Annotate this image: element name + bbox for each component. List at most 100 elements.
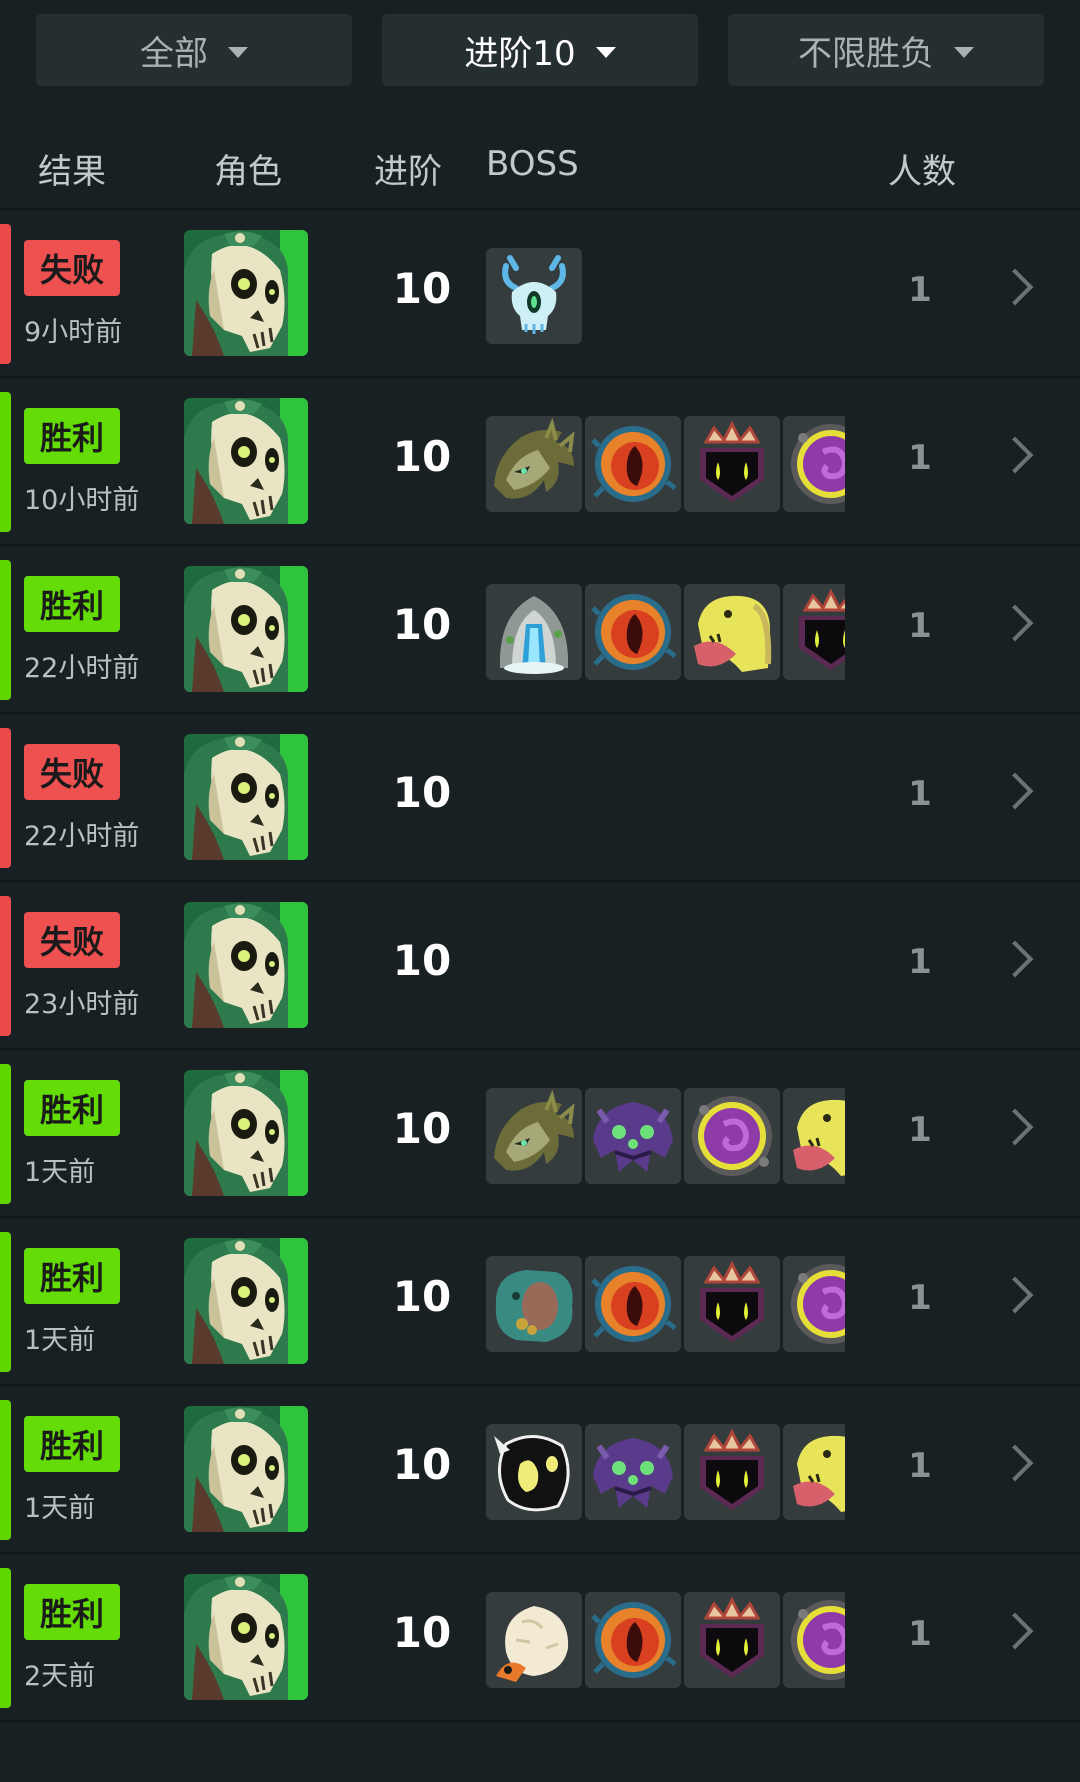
time-eater-icon (684, 584, 780, 680)
chevron-right-icon[interactable] (996, 436, 1034, 474)
champ-icon (684, 1256, 780, 1352)
player-count: 1 (908, 1614, 932, 1654)
chevron-right-icon[interactable] (996, 1612, 1034, 1650)
time-ago: 10小时前 (24, 485, 140, 516)
boss-list (486, 248, 845, 344)
run-row[interactable]: 胜利 10小时前 10 1 (0, 378, 1080, 546)
collector-icon (783, 1256, 845, 1352)
silent-skull-icon[interactable] (184, 734, 308, 860)
ascension-level: 10 (392, 432, 452, 481)
outcome-indicator (0, 392, 11, 532)
filter-character-label: 全部 (140, 33, 208, 74)
ascension-level: 10 (392, 1272, 452, 1321)
time-ago: 1天前 (24, 1493, 96, 1524)
table-header: 结果 角色 进阶 BOSS 人数 (0, 120, 1080, 210)
result-badge: 失败 (24, 912, 120, 968)
chevron-down-icon (228, 46, 248, 58)
silent-skull-icon[interactable] (184, 1238, 308, 1364)
silent-skull-icon[interactable] (184, 1406, 308, 1532)
boss-list (486, 416, 845, 512)
filter-outcome-label: 不限胜负 (798, 33, 934, 74)
collector-icon (783, 416, 845, 512)
player-count: 1 (908, 438, 932, 478)
column-ascension: 进阶 (374, 152, 442, 192)
filter-character-dropdown[interactable]: 全部 (36, 14, 352, 86)
silent-skull-icon[interactable] (184, 902, 308, 1028)
result-badge: 失败 (24, 744, 120, 800)
chevron-right-icon[interactable] (996, 1108, 1034, 1146)
boss-list (486, 920, 845, 1016)
ascension-level: 10 (392, 936, 452, 985)
silent-skull-icon[interactable] (184, 566, 308, 692)
outcome-indicator (0, 224, 11, 364)
run-row[interactable]: 胜利 1天前 10 1 (0, 1050, 1080, 1218)
column-character: 角色 (214, 152, 282, 192)
time-eater-icon (783, 1424, 845, 1520)
awakened-one-icon (486, 248, 582, 344)
run-row[interactable]: 失败 23小时前 10 1 (0, 882, 1080, 1050)
player-count: 1 (908, 1446, 932, 1486)
filter-bar: 全部 进阶10 不限胜负 (0, 14, 1080, 86)
boss-list (486, 1256, 845, 1352)
chevron-right-icon[interactable] (996, 772, 1034, 810)
champ-icon (684, 1592, 780, 1688)
outcome-indicator (0, 1568, 11, 1708)
heart-shell-icon (486, 1592, 582, 1688)
champ-icon (684, 1424, 780, 1520)
chevron-right-icon[interactable] (996, 604, 1034, 642)
chevron-right-icon[interactable] (996, 940, 1034, 978)
chevron-right-icon[interactable] (996, 268, 1034, 306)
result-badge: 胜利 (24, 1080, 120, 1136)
filter-ascension-dropdown[interactable]: 进阶10 (382, 14, 698, 86)
run-row[interactable]: 胜利 1天前 10 1 (0, 1386, 1080, 1554)
time-ago: 2天前 (24, 1661, 96, 1692)
ascension-level: 10 (392, 1440, 452, 1489)
column-result: 结果 (38, 152, 106, 192)
column-boss: BOSS (486, 144, 579, 184)
ascension-level: 10 (392, 768, 452, 817)
silent-skull-icon[interactable] (184, 1070, 308, 1196)
result-badge: 胜利 (24, 576, 120, 632)
chevron-right-icon[interactable] (996, 1276, 1034, 1314)
chevron-down-icon (954, 46, 974, 58)
time-ago: 9小时前 (24, 317, 123, 348)
slime-boss-icon (585, 1592, 681, 1688)
ascension-level: 10 (392, 600, 452, 649)
result-badge: 胜利 (24, 1584, 120, 1640)
champ-icon (684, 416, 780, 512)
boss-list (486, 1592, 845, 1688)
player-count: 1 (908, 270, 932, 310)
time-ago: 22小时前 (24, 821, 140, 852)
hexaghost-icon (486, 1088, 582, 1184)
boss-list (486, 584, 845, 680)
shape-icon (486, 1424, 582, 1520)
automaton-icon (585, 1424, 681, 1520)
outcome-indicator (0, 728, 11, 868)
outcome-indicator (0, 1064, 11, 1204)
time-eater-icon (783, 1088, 845, 1184)
time-ago: 1天前 (24, 1325, 96, 1356)
result-badge: 失败 (24, 240, 120, 296)
time-ago: 1天前 (24, 1157, 96, 1188)
run-row[interactable]: 失败 9小时前 10 1 (0, 210, 1080, 378)
result-badge: 胜利 (24, 1248, 120, 1304)
chevron-right-icon[interactable] (996, 1444, 1034, 1482)
ascension-level: 10 (392, 1608, 452, 1657)
run-row[interactable]: 胜利 2天前 10 1 (0, 1554, 1080, 1722)
donu-deca-icon (486, 1256, 582, 1352)
slime-boss-icon (585, 584, 681, 680)
silent-skull-icon[interactable] (184, 398, 308, 524)
run-row[interactable]: 胜利 1天前 10 1 (0, 1218, 1080, 1386)
player-count: 1 (908, 774, 932, 814)
run-row[interactable]: 失败 22小时前 10 1 (0, 714, 1080, 882)
result-badge: 胜利 (24, 408, 120, 464)
ascension-level: 10 (392, 264, 452, 313)
hexaghost-icon (486, 416, 582, 512)
filter-outcome-dropdown[interactable]: 不限胜负 (728, 14, 1044, 86)
slime-boss-icon (585, 1256, 681, 1352)
silent-skull-icon[interactable] (184, 230, 308, 356)
run-row[interactable]: 胜利 22小时前 10 1 (0, 546, 1080, 714)
silent-skull-icon[interactable] (184, 1574, 308, 1700)
column-players: 人数 (888, 152, 956, 192)
outcome-indicator (0, 896, 11, 1036)
